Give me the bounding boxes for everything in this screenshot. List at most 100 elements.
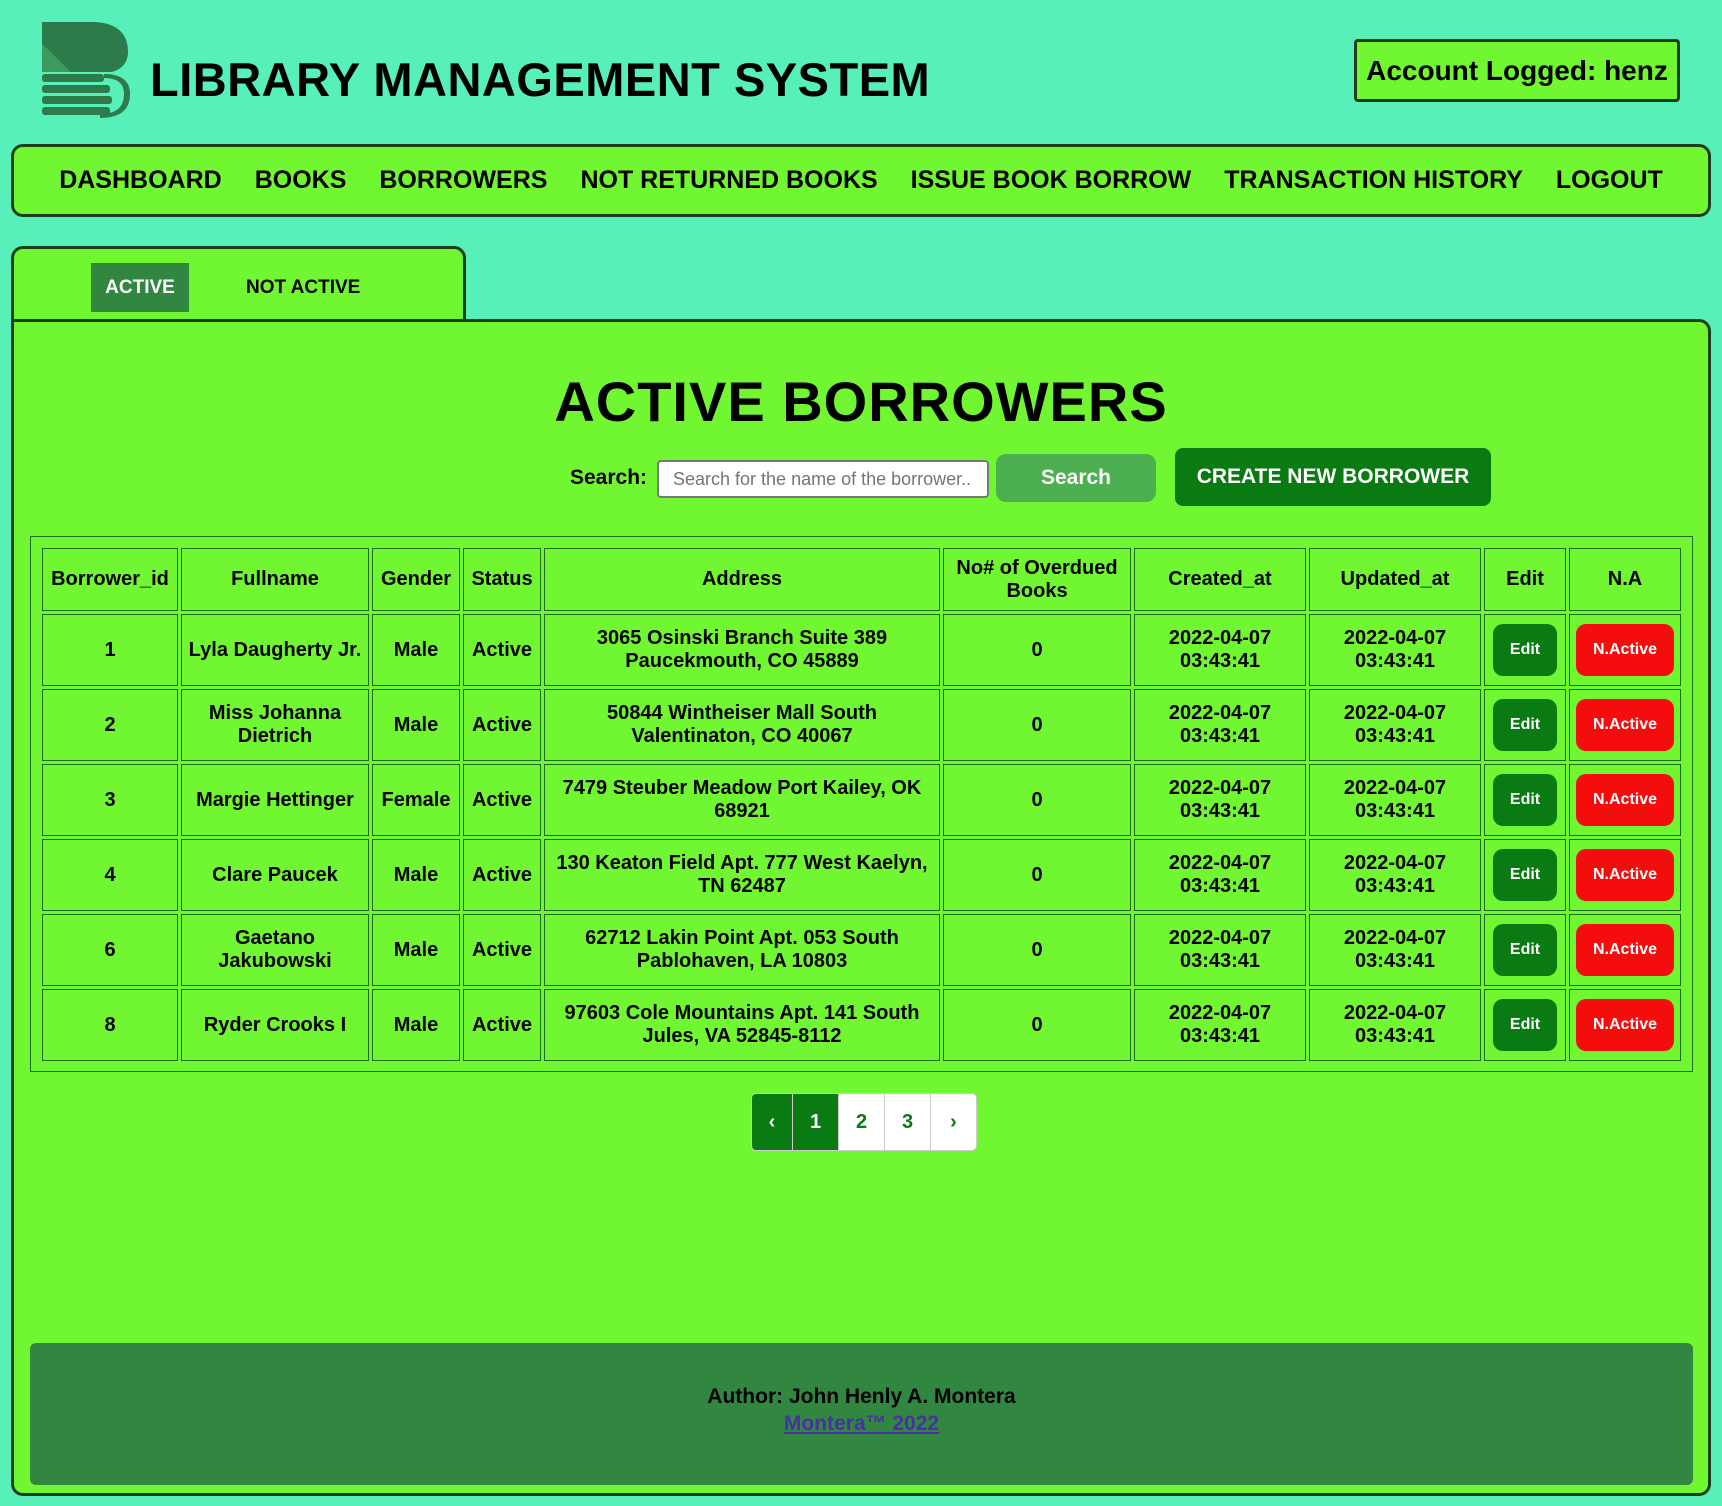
- created-time: 03:43:41: [1179, 875, 1261, 897]
- footer-author: Author: John Henly A. Montera: [707, 1385, 1016, 1408]
- nav-dashboard[interactable]: DASHBOARD: [59, 166, 222, 195]
- footer-link[interactable]: Montera™ 2022: [784, 1412, 939, 1436]
- nav-books[interactable]: BOOKS: [255, 166, 347, 195]
- table-row: 2 Miss Johanna Dietrich Male Active 5084…: [42, 689, 1681, 761]
- nav-transaction-history[interactable]: TRANSACTION HISTORY: [1224, 166, 1523, 195]
- cell-created-at: 2022-04-07 03:43:41: [1134, 914, 1306, 986]
- column-header: Address: [544, 548, 940, 611]
- edit-button[interactable]: Edit: [1493, 774, 1557, 826]
- set-not-active-button[interactable]: N.Active: [1576, 624, 1674, 676]
- set-not-active-button[interactable]: N.Active: [1576, 924, 1674, 976]
- next-page-button[interactable]: ›: [930, 1094, 976, 1150]
- header: LIBRARY MANAGEMENT SYSTEM Account Logged…: [0, 0, 1722, 140]
- cell-overdue-count: 0: [943, 689, 1131, 761]
- page-button[interactable]: 1: [792, 1094, 838, 1150]
- cell-address: 50844 Wintheiser Mall South Valentinaton…: [544, 689, 940, 761]
- updated-time: 03:43:41: [1354, 950, 1436, 972]
- book-stack-icon: [42, 22, 130, 118]
- page-button[interactable]: 2: [838, 1094, 884, 1150]
- cell-fullname: Ryder Crooks I: [181, 989, 369, 1061]
- cell-address: 97603 Cole Mountains Apt. 141 South Jule…: [544, 989, 940, 1061]
- column-header: Created_at: [1134, 548, 1306, 611]
- cell-overdue-count: 0: [943, 989, 1131, 1061]
- status-tabs: ACTIVE NOT ACTIVE: [11, 246, 466, 322]
- cell-borrower-id: 6: [42, 914, 178, 986]
- cell-updated-at: 2022-04-07 03:43:41: [1309, 764, 1481, 836]
- nav-not-returned-books[interactable]: NOT RETURNED BOOKS: [580, 166, 877, 195]
- cell-gender: Female: [372, 764, 460, 836]
- prev-page-button[interactable]: ‹: [752, 1094, 792, 1150]
- created-date: 2022-04-07: [1168, 777, 1272, 799]
- search-input[interactable]: [657, 460, 989, 498]
- page-button[interactable]: 3: [884, 1094, 930, 1150]
- tab-active[interactable]: ACTIVE: [91, 263, 189, 312]
- cell-address: 130 Keaton Field Apt. 777 West Kaelyn, T…: [544, 839, 940, 911]
- updated-date: 2022-04-07: [1343, 1002, 1447, 1024]
- cell-borrower-id: 2: [42, 689, 178, 761]
- cell-edit: Edit: [1484, 764, 1566, 836]
- cell-fullname: Margie Hettinger: [181, 764, 369, 836]
- created-time: 03:43:41: [1179, 725, 1261, 747]
- created-time: 03:43:41: [1179, 800, 1261, 822]
- cell-fullname: Lyla Daugherty Jr.: [181, 614, 369, 686]
- edit-button[interactable]: Edit: [1493, 699, 1557, 751]
- set-not-active-button[interactable]: N.Active: [1576, 699, 1674, 751]
- cell-borrower-id: 1: [42, 614, 178, 686]
- cell-overdue-count: 0: [943, 764, 1131, 836]
- updated-time: 03:43:41: [1354, 650, 1436, 672]
- set-not-active-button[interactable]: N.Active: [1576, 774, 1674, 826]
- set-not-active-button[interactable]: N.Active: [1576, 999, 1674, 1051]
- cell-fullname: Clare Paucek: [181, 839, 369, 911]
- cell-address: 62712 Lakin Point Apt. 053 South Pabloha…: [544, 914, 940, 986]
- cell-edit: Edit: [1484, 989, 1566, 1061]
- cell-updated-at: 2022-04-07 03:43:41: [1309, 614, 1481, 686]
- cell-na: N.Active: [1569, 614, 1681, 686]
- main-nav: DASHBOARD BOOKS BORROWERS NOT RETURNED B…: [11, 144, 1711, 217]
- nav-issue-book-borrow[interactable]: ISSUE BOOK BORROW: [911, 166, 1192, 195]
- column-header: Borrower_id: [42, 548, 178, 611]
- cell-na: N.Active: [1569, 689, 1681, 761]
- cell-status: Active: [463, 989, 541, 1061]
- edit-button[interactable]: Edit: [1493, 924, 1557, 976]
- created-time: 03:43:41: [1179, 950, 1261, 972]
- column-header: Edit: [1484, 548, 1566, 611]
- cell-overdue-count: 0: [943, 614, 1131, 686]
- cell-status: Active: [463, 914, 541, 986]
- cell-status: Active: [463, 614, 541, 686]
- footer: Author: John Henly A. Montera Montera™ 2…: [30, 1343, 1693, 1485]
- created-date: 2022-04-07: [1168, 702, 1272, 724]
- cell-gender: Male: [372, 989, 460, 1061]
- nav-borrowers[interactable]: BORROWERS: [379, 166, 547, 195]
- cell-status: Active: [463, 839, 541, 911]
- cell-na: N.Active: [1569, 989, 1681, 1061]
- cell-updated-at: 2022-04-07 03:43:41: [1309, 689, 1481, 761]
- created-date: 2022-04-07: [1168, 627, 1272, 649]
- tab-not-active[interactable]: NOT ACTIVE: [246, 263, 360, 312]
- create-borrower-button[interactable]: CREATE NEW BORROWER: [1175, 448, 1491, 506]
- cell-edit: Edit: [1484, 839, 1566, 911]
- search-label: Search:: [570, 466, 648, 489]
- table-row: 4 Clare Paucek Male Active 130 Keaton Fi…: [42, 839, 1681, 911]
- set-not-active-button[interactable]: N.Active: [1576, 849, 1674, 901]
- updated-date: 2022-04-07: [1343, 777, 1447, 799]
- cell-updated-at: 2022-04-07 03:43:41: [1309, 914, 1481, 986]
- account-badge: Account Logged: henz: [1354, 39, 1680, 102]
- pagination: ‹ 1 2 3 ›: [751, 1093, 977, 1151]
- cell-edit: Edit: [1484, 614, 1566, 686]
- column-header: No# of Overdued Books: [943, 548, 1131, 611]
- column-header: N.A: [1569, 548, 1681, 611]
- created-date: 2022-04-07: [1168, 927, 1272, 949]
- cell-created-at: 2022-04-07 03:43:41: [1134, 614, 1306, 686]
- cell-created-at: 2022-04-07 03:43:41: [1134, 839, 1306, 911]
- column-header: Gender: [372, 548, 460, 611]
- cell-borrower-id: 8: [42, 989, 178, 1061]
- nav-logout[interactable]: LOGOUT: [1556, 166, 1663, 195]
- edit-button[interactable]: Edit: [1493, 624, 1557, 676]
- cell-updated-at: 2022-04-07 03:43:41: [1309, 989, 1481, 1061]
- edit-button[interactable]: Edit: [1493, 849, 1557, 901]
- search-button[interactable]: Search: [996, 454, 1156, 502]
- updated-date: 2022-04-07: [1343, 702, 1447, 724]
- edit-button[interactable]: Edit: [1493, 999, 1557, 1051]
- column-header: Updated_at: [1309, 548, 1481, 611]
- cell-na: N.Active: [1569, 839, 1681, 911]
